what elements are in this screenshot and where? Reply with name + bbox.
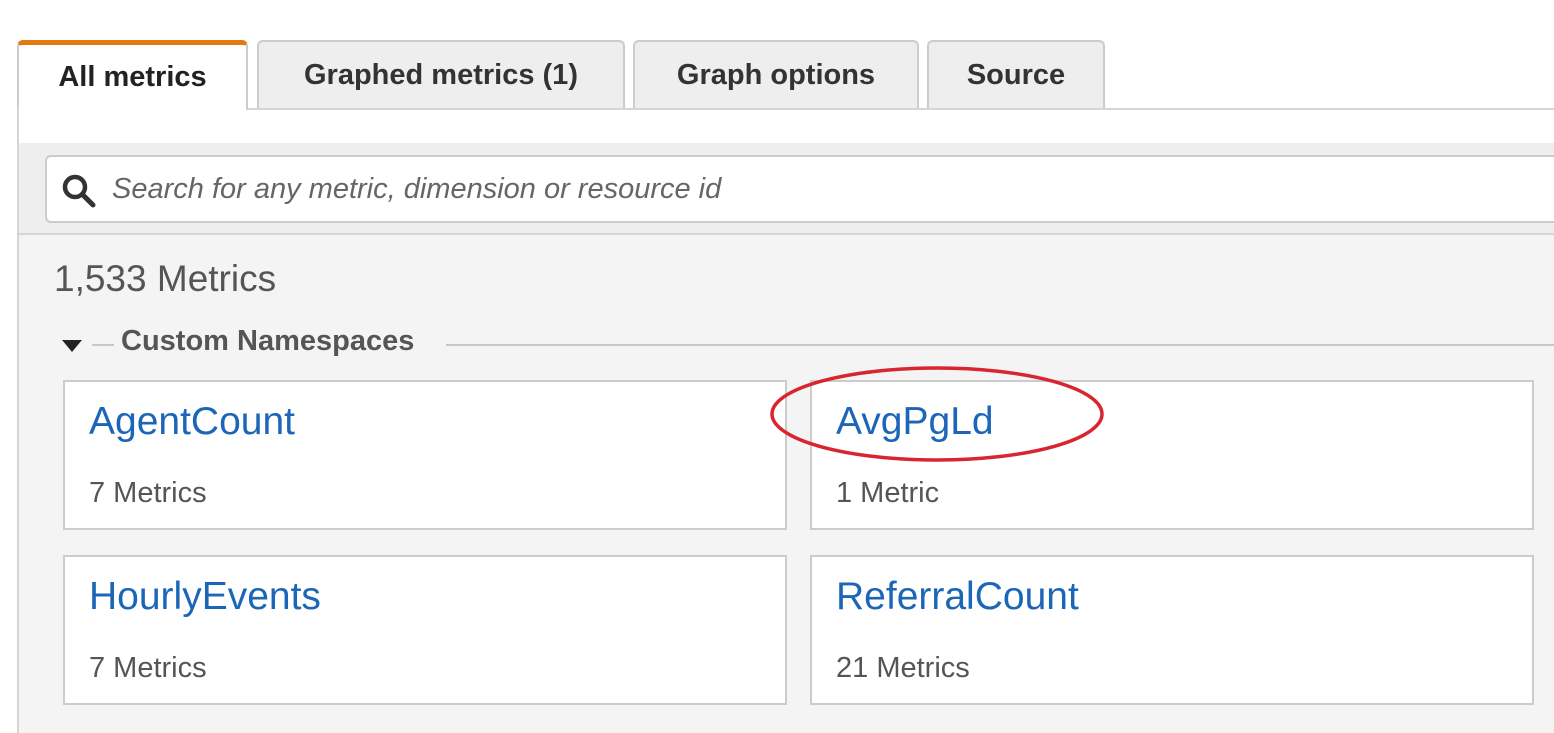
namespace-card-referralcount[interactable]: ReferralCount 21 Metrics	[810, 555, 1534, 705]
namespace-name[interactable]: ReferralCount	[836, 575, 1079, 619]
search-input[interactable]	[112, 160, 1512, 218]
tab-graphed-metrics[interactable]: Graphed metrics (1)	[257, 40, 625, 108]
metrics-count: 1,533 Metrics	[54, 258, 277, 299]
search-icon	[62, 174, 96, 208]
section-divider	[446, 344, 1554, 346]
tab-graph-options[interactable]: Graph options	[633, 40, 919, 108]
namespace-metric-count: 7 Metrics	[89, 652, 207, 684]
namespace-name[interactable]: AgentCount	[89, 400, 295, 444]
tab-all-metrics[interactable]: All metrics	[17, 40, 248, 110]
tab-source[interactable]: Source	[927, 40, 1105, 108]
namespace-name[interactable]: AvgPgLd	[836, 400, 994, 444]
namespace-card-avgpgld[interactable]: AvgPgLd 1 Metric	[810, 380, 1534, 530]
section-divider	[92, 344, 114, 346]
namespace-metric-count: 1 Metric	[836, 477, 940, 509]
namespace-name[interactable]: HourlyEvents	[89, 575, 321, 619]
namespace-card-agentcount[interactable]: AgentCount 7 Metrics	[63, 380, 787, 530]
caret-down-icon[interactable]	[62, 340, 82, 352]
tab-baseline	[248, 108, 1554, 110]
metrics-tab-bar: All metrics Graphed metrics (1) Graph op…	[0, 0, 1554, 110]
namespace-metric-count: 7 Metrics	[89, 477, 207, 509]
section-title-custom-namespaces[interactable]: Custom Namespaces	[121, 325, 414, 358]
namespace-card-hourlyevents[interactable]: HourlyEvents 7 Metrics	[63, 555, 787, 705]
namespace-metric-count: 21 Metrics	[836, 652, 970, 684]
